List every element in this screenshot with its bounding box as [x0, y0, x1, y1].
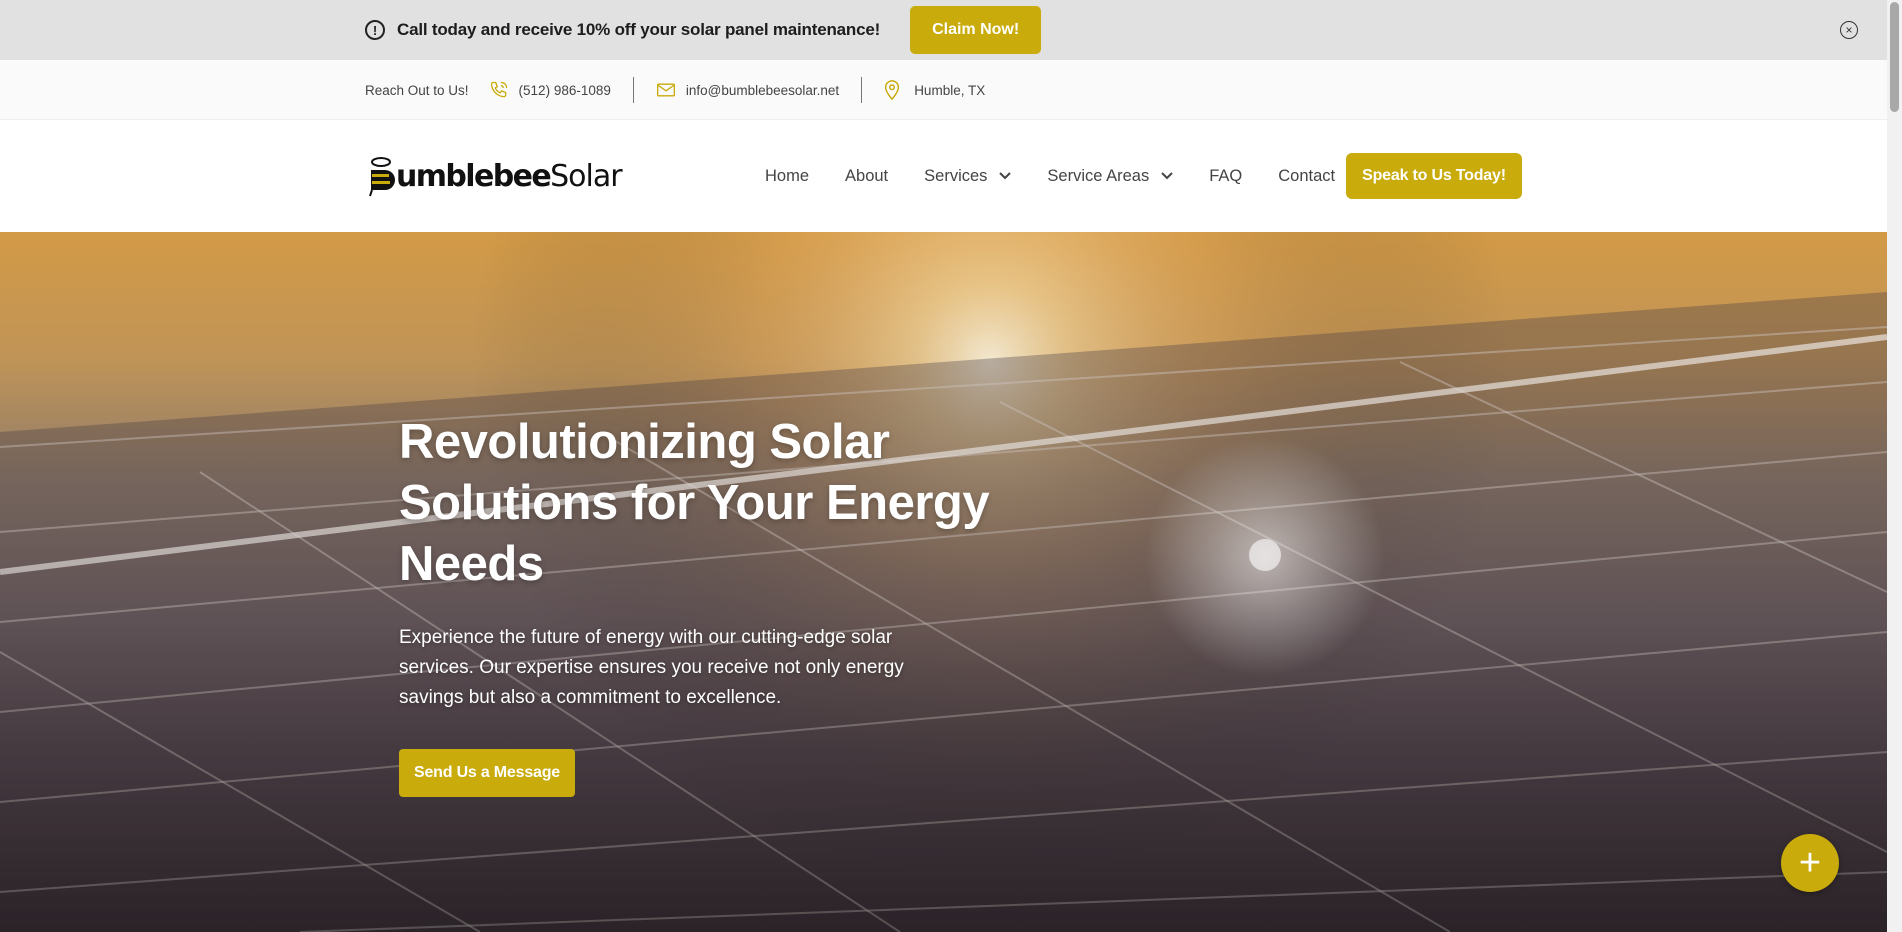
site-header: umblebee Solar Home About Services Servi…	[0, 120, 1887, 232]
scrollbar-thumb[interactable]	[1890, 2, 1899, 112]
nav-service-areas-label: Service Areas	[1047, 166, 1150, 185]
nav-services[interactable]: Services	[924, 166, 1012, 186]
speak-to-us-button[interactable]: Speak to Us Today!	[1346, 153, 1522, 199]
mail-icon	[656, 82, 676, 98]
site-logo[interactable]: umblebee Solar	[365, 150, 623, 202]
nav-service-areas[interactable]: Service Areas	[1047, 167, 1173, 186]
location: Humble, TX	[884, 80, 985, 100]
main-nav: Home About Services Service Areas FAQ Co…	[765, 120, 1371, 232]
location-text: Humble, TX	[914, 82, 986, 98]
close-icon[interactable]: ×	[1840, 21, 1858, 39]
divider	[632, 77, 634, 103]
hero-description: Experience the future of energy with our…	[399, 627, 904, 708]
nav-about[interactable]: About	[845, 167, 888, 186]
hero-section: Revolutionizing Solar Solutions for Your…	[0, 232, 1887, 932]
nav-services-label: Services	[924, 166, 988, 185]
phone-number: (512) 986-1089	[518, 82, 611, 98]
logo-text-bold: umblebee	[396, 158, 552, 194]
alert-icon: !	[365, 20, 385, 40]
send-message-button[interactable]: Send Us a Message	[399, 749, 575, 797]
logo-text-regular: Solar	[550, 158, 622, 194]
nav-home[interactable]: Home	[765, 167, 809, 186]
page: ! Call today and receive 10% off your so…	[0, 0, 1902, 932]
divider	[861, 77, 863, 103]
phone-link[interactable]: (512) 986-1089	[489, 80, 611, 100]
contact-bar: Reach Out to Us! (512) 986-1089 info@bum…	[0, 60, 1887, 120]
reach-out-label: Reach Out to Us!	[365, 82, 469, 98]
plus-icon[interactable]: +	[1781, 834, 1839, 892]
scrollbar[interactable]	[1887, 0, 1902, 932]
hero-title: Revolutionizing Solar Solutions for Your…	[399, 415, 990, 591]
bee-icon	[365, 156, 395, 197]
chevron-down-icon	[999, 172, 1012, 180]
nav-faq[interactable]: FAQ	[1209, 167, 1242, 186]
email-link[interactable]: info@bumblebeesolar.net	[656, 82, 839, 98]
announcement-content: ! Call today and receive 10% off your so…	[365, 0, 1042, 60]
claim-now-button[interactable]: Claim Now!	[910, 6, 1042, 54]
email-address: info@bumblebeesolar.net	[685, 82, 840, 98]
chevron-down-icon	[1161, 172, 1173, 180]
announcement-message: Call today and receive 10% off your sola…	[397, 20, 881, 39]
contact-bar-content: Reach Out to Us! (512) 986-1089 info@bum…	[365, 60, 985, 120]
map-pin-icon	[884, 80, 900, 100]
nav-contact[interactable]: Contact	[1278, 167, 1335, 186]
announcement-bar: ! Call today and receive 10% off your so…	[0, 0, 1887, 60]
phone-icon	[489, 80, 509, 100]
